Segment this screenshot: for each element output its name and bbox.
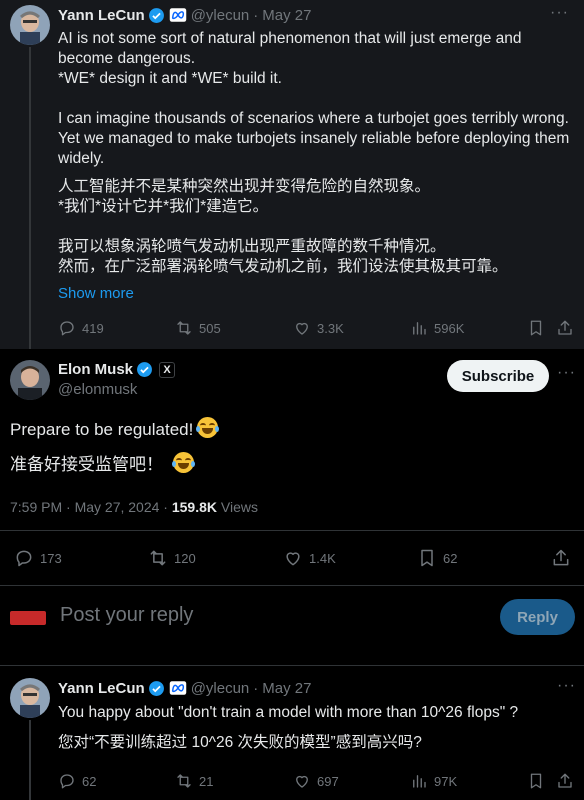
reply-icon [16,550,32,567]
show-more-link[interactable]: Show more [58,285,134,302]
avatar[interactable] [10,611,46,625]
x-affiliate-icon[interactable]: X [159,361,176,378]
divider [0,585,584,586]
like-icon [296,322,308,335]
bookmark-button[interactable] [527,772,551,790]
like-button[interactable]: 3.3K [293,319,344,337]
tweet-header: Yann LeCun @ylecun · May 27 [58,679,311,697]
share-button[interactable] [551,548,577,568]
verified-icon [148,7,164,23]
verified-icon [137,362,152,377]
reply-count: 173 [40,550,62,566]
laughing-emoji [172,452,195,473]
more-icon[interactable]: ··· [557,677,576,695]
share-icon [553,549,569,566]
like-button[interactable]: 1.4K [283,548,336,568]
laughing-emoji [196,417,220,438]
repost-icon [150,550,166,566]
like-button[interactable]: 697 [293,772,339,790]
repost-count: 120 [174,550,196,566]
tweet-text-translation: 人工智能并不是某种突然出现并变得危险的自然现象。 *我们*设计它并*我们*建造它… [58,178,508,275]
repost-button[interactable]: 505 [175,319,221,337]
more-icon[interactable]: ··· [557,364,576,382]
bookmark-icon [421,549,433,567]
tweet-text-line: 准备好接受监管吧！ [10,455,163,474]
repost-icon [177,321,191,335]
like-icon [286,552,300,566]
views-button[interactable]: 97K [410,772,457,790]
like-count: 3.3K [317,320,344,336]
share-icon [558,773,572,788]
divider [0,665,584,666]
reply-submit-button[interactable]: Reply [500,599,575,635]
views-button[interactable]: 596K [410,319,464,337]
action-bar: 173 120 1.4K 62 [0,547,584,569]
reply-button[interactable]: 62 [58,772,96,790]
tweet-text-translation: 您对“不要训练超过 10^26 次失败的模型”感到高兴吗? [58,734,422,751]
tweet-date[interactable]: May 27 [262,7,311,24]
bookmark-button[interactable] [527,319,551,337]
bookmark-count: 62 [443,550,458,566]
tweet-timestamp[interactable]: 7:59 PM · May 27, 2024 · [10,499,172,515]
tweet-text-translation: 准备好接受监管吧！ [10,450,195,475]
separator-dot: · [253,679,259,697]
author-handle[interactable]: @ylecun [191,7,250,24]
share-button[interactable] [556,319,580,337]
like-count: 697 [317,773,339,789]
tweet-text: You happy about "don't train a model wit… [58,704,519,721]
repost-count: 505 [199,320,221,336]
like-icon [296,775,308,788]
tweet-header: Yann LeCun @ylecun · May 27 [58,6,311,24]
bookmark-button[interactable]: 62 [417,548,457,568]
author-handle[interactable]: @elonmusk [58,381,137,398]
bookmark-icon [530,773,542,789]
repost-count: 21 [199,773,214,789]
share-button[interactable] [556,772,580,790]
reply-icon [60,321,74,336]
share-icon [558,320,572,335]
verified-icon [148,680,164,696]
subscribe-button[interactable]: Subscribe [447,360,549,392]
tweet-text: Prepare to be regulated! [10,417,220,440]
meta-affiliate-icon[interactable] [169,679,187,697]
avatar[interactable] [10,5,50,45]
reply-button[interactable]: 173 [14,548,62,568]
tweet-header: Elon Musk X [58,361,176,378]
repost-button[interactable]: 21 [175,772,213,790]
tweet-text-line: Prepare to be regulated! [10,420,194,439]
tweet-text: AI is not some sort of natural phenomeno… [58,30,570,167]
action-bar: 62 21 697 97K [0,771,584,791]
meta-affiliate-icon[interactable] [169,6,187,24]
views-label: Views [220,499,258,515]
repost-icon [177,774,191,788]
more-icon[interactable]: ··· [550,4,569,22]
tweet-meta: 7:59 PM · May 27, 2024 · 159.8K Views [10,499,258,515]
views-icon [413,775,426,788]
views-count: 596K [434,320,465,336]
like-count: 1.4K [309,550,336,566]
action-bar: 419 505 3.3K 596K [0,318,584,338]
tweet-date[interactable]: May 27 [262,680,311,697]
reply-button[interactable]: 419 [58,319,104,337]
avatar[interactable] [10,360,50,400]
views-count: 97K [434,773,458,789]
reply-input[interactable]: Post your reply [60,604,193,627]
views-icon [413,322,426,335]
reply-count: 62 [82,773,97,789]
view-count: 159.8K [171,499,218,515]
parent-tweet[interactable]: Yann LeCun @ylecun · May 27 ··· AI is no… [0,0,584,349]
divider [0,530,584,531]
author-name[interactable]: Yann LeCun [58,7,145,24]
author-handle-row: @elonmusk [58,381,137,398]
reply-icon [60,774,74,789]
author-name[interactable]: Yann LeCun [58,680,145,697]
repost-button[interactable]: 120 [148,548,196,568]
avatar[interactable] [10,678,50,718]
author-name[interactable]: Elon Musk [58,361,133,378]
bookmark-icon [530,320,542,336]
reply-count: 419 [82,320,104,336]
author-handle[interactable]: @ylecun [191,680,250,697]
separator-dot: · [253,6,259,24]
thread-connector [29,47,31,349]
